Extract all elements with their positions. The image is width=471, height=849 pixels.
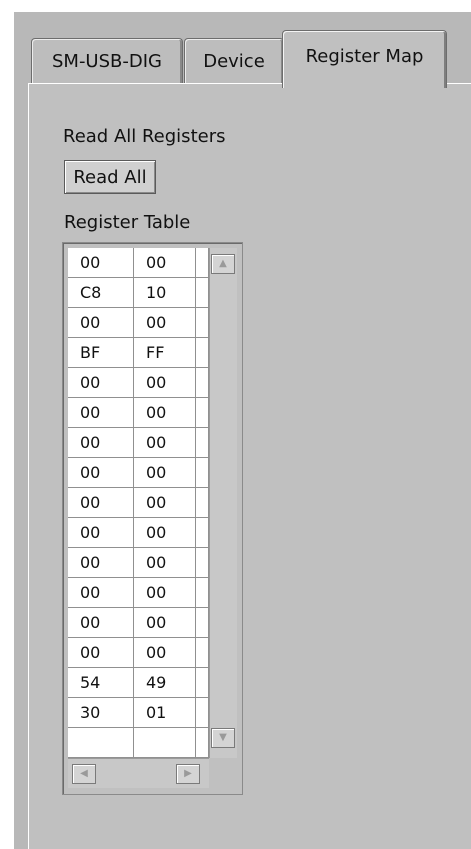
register-cell-spacer (196, 728, 209, 758)
register-cell[interactable]: BF (68, 338, 134, 368)
register-cell[interactable]: FF (134, 338, 196, 368)
register-cell-spacer (196, 548, 209, 578)
tab-register-map[interactable]: Register Map (282, 30, 447, 88)
right-arrow-icon[interactable]: ▶ (176, 764, 200, 784)
register-cell[interactable]: 00 (134, 308, 196, 338)
register-cell-spacer (196, 308, 209, 338)
register-cell[interactable]: 00 (134, 608, 196, 638)
register-cell-spacer (196, 668, 209, 698)
register-cell[interactable]: 00 (134, 488, 196, 518)
register-cell-spacer (196, 368, 209, 398)
register-cell[interactable]: 30 (68, 698, 134, 728)
horizontal-scrollbar[interactable]: ◀ ▶ (68, 758, 209, 788)
register-cell[interactable]: 00 (68, 248, 134, 278)
tab-device[interactable]: Device (184, 38, 284, 84)
register-cell-spacer (196, 608, 209, 638)
register-cell-spacer (196, 338, 209, 368)
register-cell[interactable]: 00 (68, 518, 134, 548)
register-cell[interactable]: 00 (134, 638, 196, 668)
tab-sm-usb-dig[interactable]: SM-USB-DIG (31, 38, 183, 84)
register-cell-spacer (196, 398, 209, 428)
register-cell[interactable]: C8 (68, 278, 134, 308)
register-cell-spacer (196, 638, 209, 668)
register-cell[interactable]: 00 (68, 398, 134, 428)
register-table[interactable]: 00 00 C8 10 00 00 BF FF 00 00 00 00 00 00 00 00 00 00 00 00… (68, 248, 209, 758)
register-cell[interactable]: 00 (134, 578, 196, 608)
register-cell-spacer (196, 248, 209, 278)
register-cell[interactable] (68, 728, 134, 758)
register-cell[interactable]: 00 (68, 578, 134, 608)
register-cell[interactable]: 00 (134, 548, 196, 578)
register-cell[interactable]: 00 (134, 248, 196, 278)
register-cell-spacer (196, 698, 209, 728)
register-cell[interactable]: 00 (134, 428, 196, 458)
up-arrow-icon[interactable]: ▲ (211, 254, 235, 274)
register-cell-spacer (196, 428, 209, 458)
register-cell[interactable]: 01 (134, 698, 196, 728)
read-all-button[interactable]: Read All (64, 160, 156, 194)
register-cell[interactable]: 00 (68, 638, 134, 668)
register-cell-spacer (196, 518, 209, 548)
register-cell[interactable]: 00 (68, 368, 134, 398)
register-cell[interactable]: 00 (134, 398, 196, 428)
register-cell[interactable] (134, 728, 196, 758)
register-cell[interactable]: 00 (68, 608, 134, 638)
register-cell[interactable]: 00 (68, 488, 134, 518)
read-all-registers-label: Read All Registers (63, 126, 226, 147)
down-arrow-icon[interactable]: ▼ (211, 728, 235, 748)
register-cell[interactable]: 00 (68, 308, 134, 338)
register-cell[interactable]: 49 (134, 668, 196, 698)
register-cell[interactable]: 00 (134, 518, 196, 548)
register-cell[interactable]: 00 (68, 458, 134, 488)
register-cell[interactable]: 00 (134, 368, 196, 398)
vertical-scrollbar[interactable]: ▲ ▼ (209, 248, 237, 758)
register-cell-spacer (196, 458, 209, 488)
register-cell[interactable]: 00 (68, 428, 134, 458)
register-cell-spacer (196, 488, 209, 518)
register-cell[interactable]: 00 (68, 548, 134, 578)
register-cell-spacer (196, 278, 209, 308)
register-cell[interactable]: 00 (134, 458, 196, 488)
register-cell-spacer (196, 578, 209, 608)
register-table-label: Register Table (64, 212, 191, 233)
register-cell[interactable]: 10 (134, 278, 196, 308)
register-cell[interactable]: 54 (68, 668, 134, 698)
left-arrow-icon[interactable]: ◀ (72, 764, 96, 784)
